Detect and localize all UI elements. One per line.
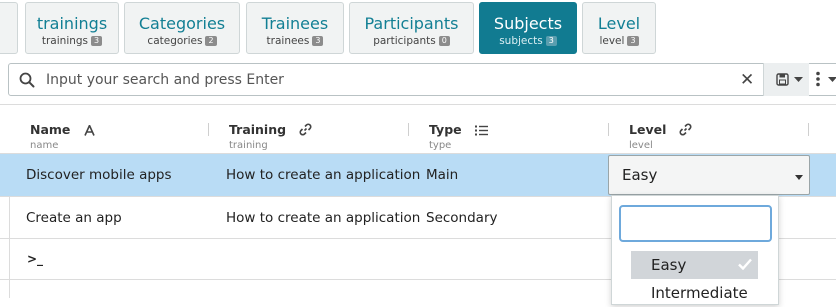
tab-sublabel: trainees 3 [247, 35, 343, 47]
level-select-value: Easy [622, 166, 658, 184]
tab-label: Participants [364, 14, 459, 33]
column-resize-handle[interactable] [808, 123, 809, 136]
column-title: Training [229, 122, 287, 137]
column-header-training[interactable]: Training training [229, 119, 312, 152]
tab-sublabel: participants 0 [350, 35, 473, 47]
column-resize-handle[interactable] [408, 123, 409, 136]
checkmark-icon [738, 258, 752, 270]
column-title: Name [30, 122, 71, 137]
kebab-menu-icon [816, 71, 820, 87]
tab-label: Level [597, 14, 641, 33]
tab-count-badge: 3 [312, 36, 324, 46]
tab-trainees[interactable]: Trainees trainees 3 [246, 2, 344, 54]
column-resize-handle[interactable] [608, 123, 609, 136]
column-header-name[interactable]: Name name [30, 119, 95, 152]
list-icon [474, 121, 488, 140]
saved-filters-button[interactable] [763, 63, 809, 96]
column-subtitle: name [30, 140, 59, 151]
tab-subname: trainees [266, 35, 310, 47]
link-icon [299, 121, 312, 140]
more-options-button[interactable] [811, 63, 836, 96]
cell-name[interactable]: Create an app [26, 209, 122, 227]
link-icon [679, 121, 692, 140]
sort-alpha-icon [83, 121, 95, 140]
column-subtitle: level [629, 140, 653, 151]
tab-count-badge: 0 [438, 36, 450, 46]
cell-type[interactable]: Main [426, 166, 458, 184]
tab-participants[interactable]: Participants participants 0 [349, 2, 474, 54]
tab-subname: level [599, 35, 625, 47]
search-input[interactable] [46, 70, 726, 90]
tab-count-badge: 3 [91, 36, 103, 46]
tab-label: Subjects [493, 14, 563, 33]
tab-subname: participants [373, 35, 436, 47]
cell-type[interactable]: Secondary [426, 209, 498, 227]
level-dropdown: Easy Intermediate [611, 195, 779, 305]
column-subtitle: training [229, 140, 268, 151]
chevron-down-icon [794, 77, 803, 82]
level-option-intermediate[interactable]: Intermediate [631, 279, 758, 307]
column-resize-handle[interactable] [208, 123, 209, 136]
tab-sublabel: trainings 3 [26, 35, 118, 47]
save-icon [776, 73, 789, 86]
level-option-easy[interactable]: Easy [631, 251, 758, 279]
option-label: Easy [651, 256, 687, 274]
tab-sublabel: level 3 [583, 35, 655, 47]
option-label: Intermediate [651, 284, 748, 302]
tab-subname: trainings [41, 35, 89, 47]
tab-label: Categories [138, 14, 226, 33]
tab-level[interactable]: Level level 3 [582, 2, 656, 54]
chevron-down-icon [828, 77, 836, 82]
column-header-level[interactable]: Level level [629, 119, 692, 152]
level-select[interactable]: Easy [608, 155, 810, 195]
tab-trainings[interactable]: trainings trainings 3 [25, 2, 119, 54]
caret-down-icon [795, 175, 803, 180]
tab-label: trainings [36, 14, 108, 33]
column-header-type[interactable]: Type type [429, 119, 488, 152]
tab-subname: categories [147, 35, 203, 47]
tab-previous-hidden[interactable] [0, 2, 18, 54]
tab-count-badge: 2 [205, 36, 217, 46]
table-tabs: trainings trainings 3 Categories categori… [0, 0, 836, 57]
search-icon [19, 72, 35, 88]
cell-training[interactable]: How to create an application [226, 166, 420, 184]
tab-count-badge: 3 [545, 36, 557, 46]
cell-training[interactable]: How to create an application [226, 209, 420, 227]
clear-search-icon[interactable]: ✕ [740, 70, 754, 90]
column-title: Type [429, 122, 462, 137]
cell-name[interactable]: Discover mobile apps [26, 166, 172, 184]
column-title: Level [629, 122, 667, 137]
tab-count-badge: 3 [627, 36, 639, 46]
tab-sublabel: subjects 3 [480, 35, 576, 47]
tab-categories[interactable]: Categories categories 2 [124, 2, 240, 54]
column-subtitle: type [429, 140, 452, 151]
search-bar: ✕ [8, 63, 836, 96]
tab-subjects[interactable]: Subjects subjects 3 [479, 2, 577, 54]
tab-sublabel: categories 2 [125, 35, 239, 47]
level-filter-input[interactable] [619, 205, 772, 242]
new-row-prompt[interactable]: >_ [27, 250, 43, 268]
tab-subname: subjects [499, 35, 543, 47]
table-header: Name name Training training Type type Le… [0, 104, 836, 154]
tab-label: Trainees [261, 14, 329, 33]
